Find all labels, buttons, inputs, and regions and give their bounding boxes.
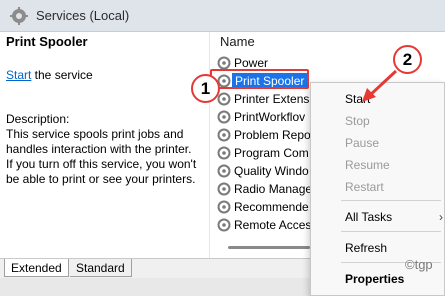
service-name: Recommende <box>234 200 309 214</box>
name-column-header[interactable]: Name <box>220 34 255 49</box>
service-name: Quality Windo <box>234 164 309 178</box>
submenu-arrow-icon: › <box>439 210 443 224</box>
service-name: Printer Extens <box>234 92 310 106</box>
description-line: be able to print or see your printers. <box>6 172 196 186</box>
service-name-heading: Print Spooler <box>6 34 88 49</box>
service-gear-icon <box>217 146 231 160</box>
service-name: Remote Acces <box>234 218 312 232</box>
service-name: Radio Manage <box>234 182 313 196</box>
service-gear-icon <box>217 200 231 214</box>
menu-item-restart[interactable]: Restart <box>345 180 384 194</box>
menu-separator <box>341 231 441 232</box>
service-gear-icon <box>217 56 231 70</box>
window-title: Services (Local) <box>36 8 130 23</box>
watermark: ©tgp <box>405 257 433 272</box>
start-service-link[interactable]: Start <box>6 68 31 82</box>
tab-standard[interactable]: Standard <box>70 259 132 277</box>
step-marker-2: 2 <box>393 45 422 74</box>
service-gear-icon <box>217 92 231 106</box>
service-gear-icon <box>217 218 231 232</box>
menu-item-resume[interactable]: Resume <box>345 158 390 172</box>
menu-item-stop[interactable]: Stop <box>345 114 370 128</box>
menu-item-all-tasks[interactable]: All Tasks <box>345 210 392 224</box>
service-name: Problem Repo <box>234 128 311 142</box>
details-pane: Print Spooler Start the service Descript… <box>0 32 209 258</box>
callout-arrow-icon <box>362 69 398 102</box>
service-name: Program Com <box>234 146 309 160</box>
service-gear-icon <box>217 164 231 178</box>
description-line: This service spools print jobs and <box>6 127 184 141</box>
menu-separator <box>341 200 441 201</box>
step-marker-1: 1 <box>191 74 220 103</box>
tab-extended[interactable]: Extended <box>4 259 69 277</box>
service-name: PrintWorkflov <box>234 110 306 124</box>
description-text: This service spools print jobs and handl… <box>6 127 206 187</box>
description-line: If you turn off this service, you won't <box>6 157 197 171</box>
service-gear-icon <box>217 128 231 142</box>
service-name: Power <box>234 56 269 70</box>
selected-row-highlight <box>210 69 309 89</box>
service-gear-icon <box>217 110 231 124</box>
description-line: handles interaction with the printer. <box>6 142 192 156</box>
services-gear-icon <box>10 7 28 25</box>
menu-item-properties[interactable]: Properties <box>345 272 404 286</box>
title-bar: Services (Local) <box>0 0 445 32</box>
description-label: Description: <box>6 112 70 126</box>
start-service-suffix: the service <box>31 68 93 82</box>
horizontal-scrollbar[interactable] <box>228 246 310 249</box>
start-service-line: Start the service <box>6 68 93 82</box>
menu-item-refresh[interactable]: Refresh <box>345 241 387 255</box>
menu-item-pause[interactable]: Pause <box>345 136 379 150</box>
service-gear-icon <box>217 182 231 196</box>
